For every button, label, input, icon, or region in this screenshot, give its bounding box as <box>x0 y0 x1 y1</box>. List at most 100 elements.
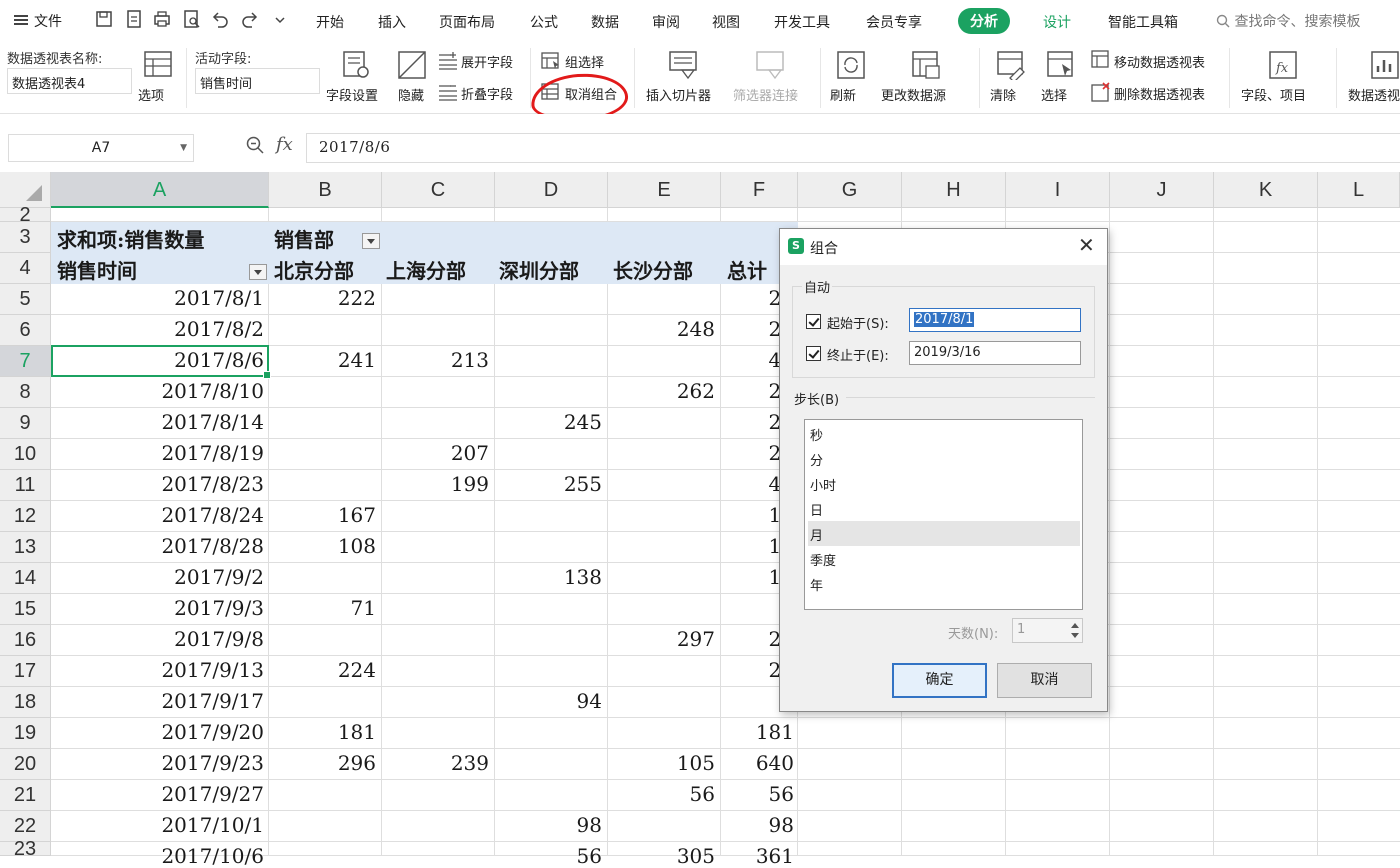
hide-button[interactable]: 隐藏 <box>398 85 424 104</box>
spreadsheet-grid[interactable]: ABCDEFGHIJKL 2 3 4 5 6 7 8 9 10 11 12 13 14 15 16 17 18 1… <box>0 172 1400 868</box>
name-box[interactable]: A7 ▼ <box>8 134 194 162</box>
row-header-16[interactable]: 16 <box>0 625 51 656</box>
step-option-month[interactable]: 月 <box>808 521 1080 546</box>
select-icon[interactable] <box>1046 50 1076 80</box>
end-input[interactable]: 2019/3/16 <box>909 341 1081 365</box>
close-icon[interactable]: ✕ <box>1078 235 1095 255</box>
refresh-button[interactable]: 刷新 <box>830 85 856 104</box>
column-header-H[interactable]: H <box>902 172 1006 208</box>
pivot-cell-e[interactable]: 297 <box>615 627 715 651</box>
pivot-cell-e[interactable]: 262 <box>615 379 715 403</box>
pivot-name-field[interactable]: 数据透视表4 <box>7 68 132 94</box>
change-source-button[interactable]: 更改数据源 <box>881 85 946 104</box>
pivot-cell-d[interactable]: 245 <box>502 410 602 434</box>
row-header-2[interactable]: 2 <box>0 205 51 225</box>
pivot-row-date[interactable]: 2017/8/23 <box>55 472 264 496</box>
pivot-row-date[interactable]: 2017/8/10 <box>55 379 264 403</box>
column-header-C[interactable]: C <box>382 172 495 208</box>
name-box-dropdown-icon[interactable]: ▼ <box>180 135 187 161</box>
tab-review[interactable]: 审阅 <box>652 12 680 32</box>
step-option-quarter[interactable]: 季度 <box>808 546 1080 571</box>
column-header-E[interactable]: E <box>608 172 721 208</box>
selected-cell-A7[interactable] <box>51 345 271 379</box>
pivot-row-date[interactable]: 2017/9/20 <box>55 720 264 744</box>
pivot-cell-d[interactable]: 255 <box>502 472 602 496</box>
pivot-cell-e[interactable]: 105 <box>615 751 715 775</box>
pivot-row-date[interactable]: 2017/8/24 <box>55 503 264 527</box>
pivot-cell-b[interactable]: 108 <box>276 534 376 558</box>
refresh-icon[interactable] <box>836 50 866 80</box>
column-header-I[interactable]: I <box>1006 172 1110 208</box>
formula-input[interactable]: 2017/8/6 <box>306 133 1400 163</box>
column-header-K[interactable]: K <box>1214 172 1318 208</box>
active-field-input[interactable]: 销售时间 <box>195 68 320 94</box>
pivot-row-date[interactable]: 2017/8/2 <box>55 317 264 341</box>
row-header-8[interactable]: 8 <box>0 377 51 408</box>
insert-slicer-button[interactable]: 插入切片器 <box>646 85 711 104</box>
row-header-15[interactable]: 15 <box>0 594 51 625</box>
pivot-row-date[interactable]: 2017/8/19 <box>55 441 264 465</box>
step-option-second[interactable]: 秒 <box>808 421 1080 446</box>
pivot-row-date[interactable]: 2017/10/6 <box>55 844 264 868</box>
pivot-chart-button[interactable]: 数据透视 <box>1348 85 1400 104</box>
row-header-5[interactable]: 5 <box>0 284 51 315</box>
tab-page-layout[interactable]: 页面布局 <box>439 12 495 32</box>
pivot-row-date[interactable]: 2017/8/1 <box>55 286 264 310</box>
print-icon[interactable] <box>152 9 172 29</box>
column-field-filter-button[interactable] <box>362 233 380 249</box>
pivot-row-date[interactable]: 2017/9/27 <box>55 782 264 806</box>
row-header-9[interactable]: 9 <box>0 408 51 439</box>
pivot-cell-f[interactable]: 56 <box>721 782 794 806</box>
pivot-row-date[interactable]: 2017/9/13 <box>55 658 264 682</box>
tab-home[interactable]: 开始 <box>316 12 344 32</box>
start-checkbox[interactable] <box>806 314 821 329</box>
pivot-chart-icon[interactable] <box>1370 50 1400 80</box>
pivot-cell-c[interactable]: 207 <box>389 441 489 465</box>
pivot-cell-e[interactable]: 248 <box>615 317 715 341</box>
tab-formulas[interactable]: 公式 <box>530 12 558 32</box>
column-header-A[interactable]: A <box>51 172 269 208</box>
pivot-row-date[interactable]: 2017/9/17 <box>55 689 264 713</box>
column-header-J[interactable]: J <box>1110 172 1214 208</box>
step-option-day[interactable]: 日 <box>808 496 1080 521</box>
pivot-cell-f[interactable]: 98 <box>721 813 794 837</box>
pivot-cell-c[interactable]: 239 <box>389 751 489 775</box>
row-header-17[interactable]: 17 <box>0 656 51 687</box>
pivot-cell-b[interactable]: 71 <box>276 596 376 620</box>
move-pivot-button[interactable]: 移动数据透视表 <box>1114 52 1205 71</box>
save-icon[interactable] <box>94 9 114 29</box>
step-option-year[interactable]: 年 <box>808 571 1080 596</box>
field-settings-button[interactable]: 字段设置 <box>326 85 378 104</box>
end-checkbox[interactable] <box>806 346 821 361</box>
pivot-cell-b[interactable]: 296 <box>276 751 376 775</box>
pivot-cell-f[interactable]: 181 <box>721 720 794 744</box>
dialog-title-bar[interactable]: S 组合 ✕ <box>780 229 1107 265</box>
tab-design[interactable]: 设计 <box>1043 12 1071 32</box>
row-header-6[interactable]: 6 <box>0 315 51 346</box>
pivot-row-date[interactable]: 2017/9/2 <box>55 565 264 589</box>
row-header-14[interactable]: 14 <box>0 563 51 594</box>
tab-view[interactable]: 视图 <box>712 12 740 32</box>
step-option-hour[interactable]: 小时 <box>808 471 1080 496</box>
row-header-20[interactable]: 20 <box>0 749 51 780</box>
pivot-cell-d[interactable]: 94 <box>502 689 602 713</box>
row-header-21[interactable]: 21 <box>0 780 51 811</box>
column-header-D[interactable]: D <box>495 172 608 208</box>
pivot-options-icon[interactable] <box>143 50 173 78</box>
zoom-icon[interactable] <box>246 136 264 154</box>
group-selection-button[interactable]: 组选择 <box>565 52 604 71</box>
fields-items-button[interactable]: 字段、项目 <box>1241 85 1306 104</box>
row-header-10[interactable]: 10 <box>0 439 51 470</box>
delete-pivot-button[interactable]: 删除数据透视表 <box>1114 84 1205 103</box>
ok-button[interactable]: 确定 <box>892 663 987 698</box>
pivot-cell-c[interactable]: 199 <box>389 472 489 496</box>
clear-button[interactable]: 清除 <box>990 85 1016 104</box>
tab-member[interactable]: 会员专享 <box>866 12 922 32</box>
pivot-cell-b[interactable]: 222 <box>276 286 376 310</box>
pivot-cell-e[interactable]: 56 <box>615 782 715 806</box>
fx-icon[interactable]: fx <box>276 134 293 155</box>
tab-data[interactable]: 数据 <box>591 12 619 32</box>
pivot-cell-b[interactable]: 181 <box>276 720 376 744</box>
pivot-row-date[interactable]: 2017/9/8 <box>55 627 264 651</box>
command-search[interactable]: 查找命令、搜索模板 <box>1216 11 1360 31</box>
